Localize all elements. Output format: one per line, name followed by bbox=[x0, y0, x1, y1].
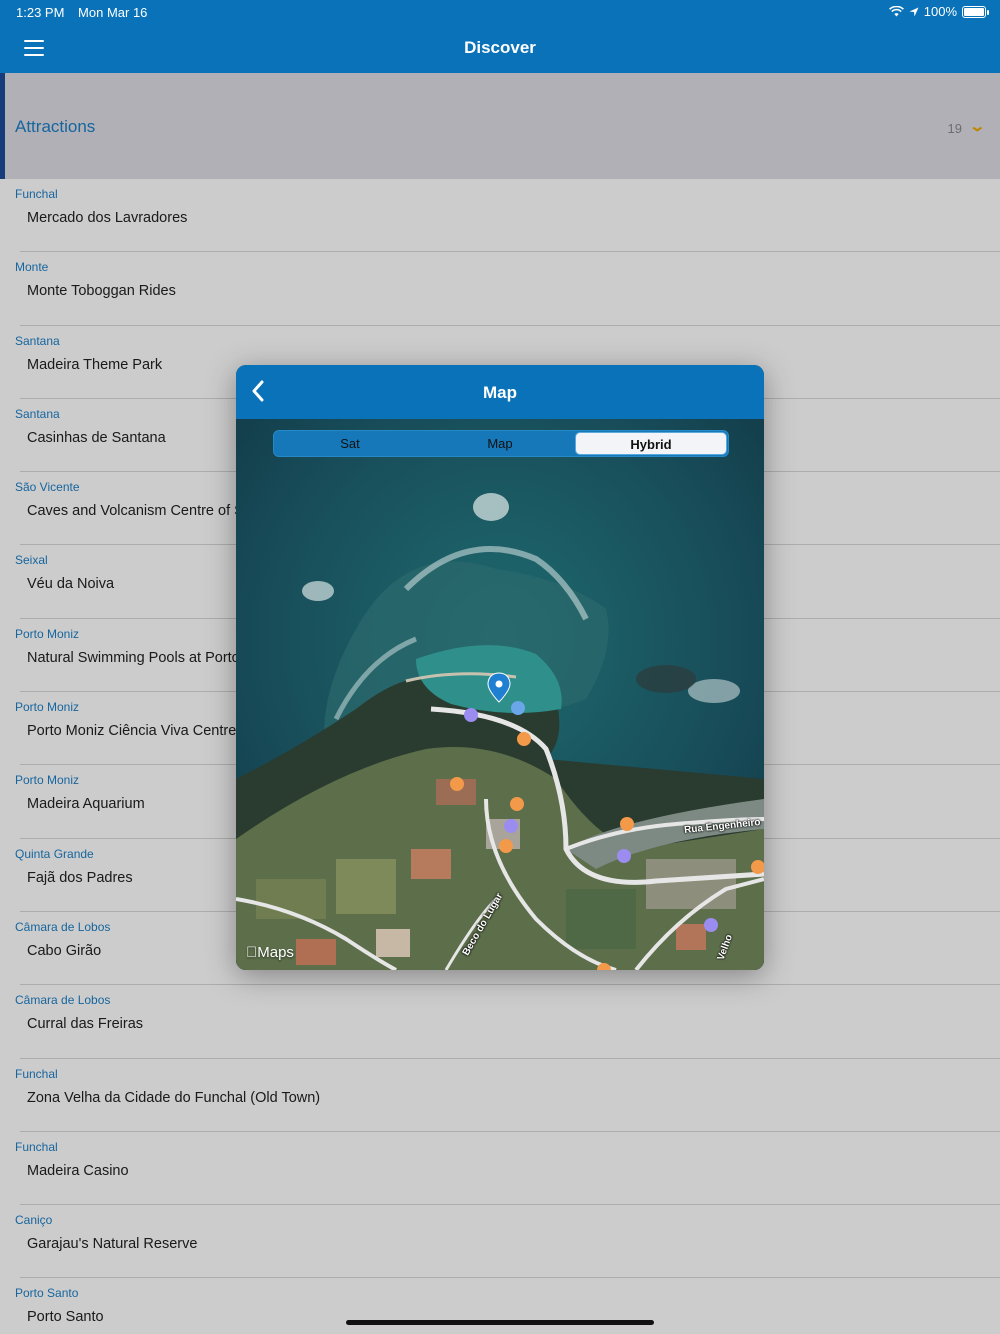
attribution-text: Maps bbox=[246, 944, 294, 961]
status-bar: 1:23 PM Mon Mar 16 100% bbox=[0, 0, 1000, 24]
nav-bar: Discover bbox=[0, 24, 1000, 73]
apple-logo-icon:  bbox=[246, 944, 257, 961]
map-modal: Map Sat Map Hybrid Rua Engenheiro Beco d… bbox=[236, 365, 764, 970]
satellite-map bbox=[236, 419, 764, 970]
map-type-hybrid-segment[interactable]: Hybrid bbox=[575, 432, 727, 455]
status-date: Mon Mar 16 bbox=[78, 5, 148, 20]
status-time: 1:23 PM bbox=[16, 5, 65, 20]
map-type-sat-segment[interactable]: Sat bbox=[275, 432, 425, 455]
modal-title: Map bbox=[483, 383, 517, 402]
location-arrow-icon bbox=[909, 7, 919, 16]
home-indicator[interactable] bbox=[346, 1320, 654, 1325]
map-view[interactable]: Sat Map Hybrid Rua Engenheiro Beco do Luga… bbox=[236, 419, 764, 970]
map-type-segmented-control[interactable]: Sat Map Hybrid bbox=[273, 430, 729, 457]
page-title: Discover bbox=[464, 38, 536, 57]
battery-percent: 100% bbox=[923, 4, 957, 19]
wifi-icon bbox=[888, 6, 904, 17]
battery-icon bbox=[962, 5, 989, 18]
map-type-map-segment[interactable]: Map bbox=[425, 432, 575, 455]
modal-header: Map bbox=[236, 365, 764, 419]
apple-maps-attribution[interactable]: Maps bbox=[246, 944, 294, 961]
